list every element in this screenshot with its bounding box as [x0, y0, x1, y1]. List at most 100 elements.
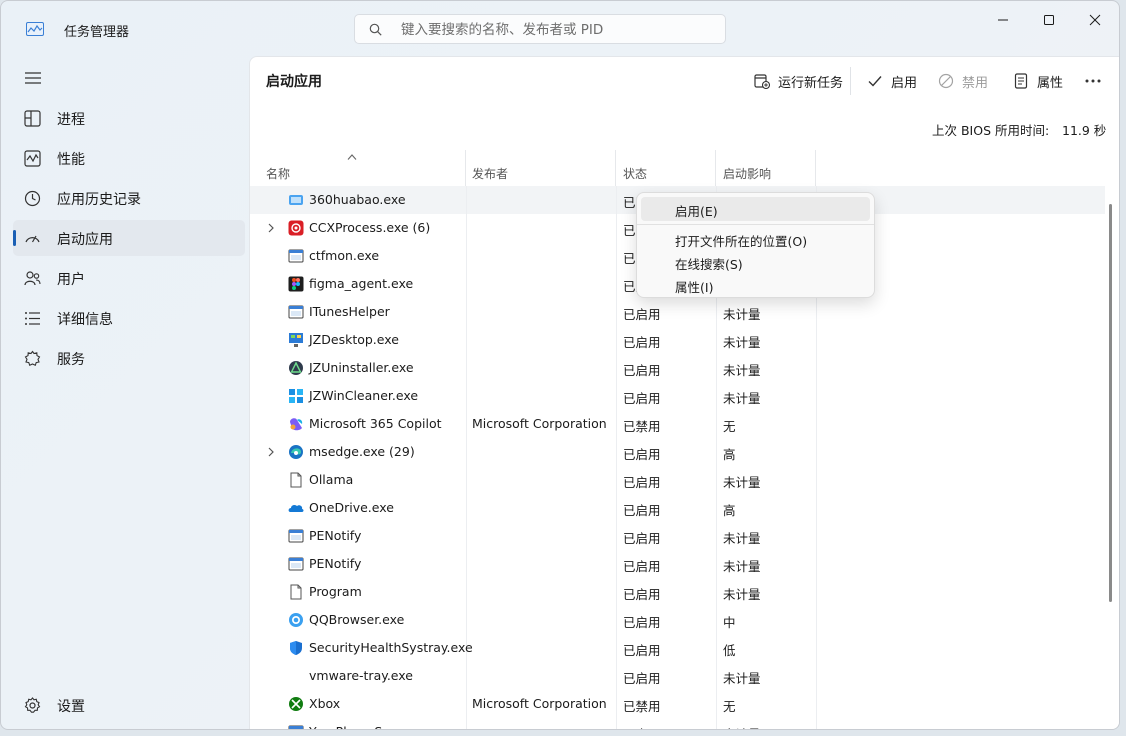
column-divider: [616, 550, 617, 578]
startup-impact: 未计量: [723, 363, 761, 378]
active-indicator: [13, 230, 16, 246]
chevron-right-icon[interactable]: [267, 447, 275, 457]
column-divider: [716, 410, 717, 438]
disable-button[interactable]: 禁用: [938, 70, 988, 92]
search-box[interactable]: [354, 14, 726, 44]
app-name: OneDrive.exe: [309, 500, 394, 515]
context-menu-search-online[interactable]: 在线搜索(S): [641, 250, 870, 274]
vertical-scrollbar[interactable]: [1109, 204, 1112, 602]
sidebar-item-performance[interactable]: 性能: [13, 140, 245, 176]
column-divider: [716, 634, 717, 662]
search-input[interactable]: [399, 19, 713, 41]
disable-icon: [938, 73, 954, 89]
table-row[interactable]: PENotify 已启用 未计量: [250, 522, 1105, 550]
startup-impact: 未计量: [723, 531, 761, 546]
app-window-icon: [288, 557, 304, 571]
status: 已启用: [623, 335, 661, 350]
table-row[interactable]: vmware-tray.exe 已启用 未计量: [250, 662, 1105, 690]
table-row[interactable]: ITunesHelper 已启用 未计量: [250, 298, 1105, 326]
startup-impact: 无: [723, 419, 736, 434]
table-row[interactable]: SecurityHealthSystray.exe 已启用 低: [250, 634, 1105, 662]
column-divider: [816, 690, 817, 718]
table-row[interactable]: Xbox Microsoft Corporation 已禁用 无: [250, 690, 1105, 718]
status: 已启用: [623, 503, 661, 518]
close-button[interactable]: [1072, 1, 1118, 39]
table-row[interactable]: YourPhoneServer 已启用 未计量: [250, 718, 1105, 729]
app-name: JZWinCleaner.exe: [309, 388, 419, 403]
sidebar-item-processes[interactable]: 进程: [13, 100, 245, 136]
properties-button[interactable]: 属性: [1013, 70, 1063, 92]
column-divider: [466, 326, 467, 354]
run-new-task-button[interactable]: 运行新任务: [754, 70, 843, 92]
chevron-right-icon[interactable]: [267, 223, 275, 233]
maximize-button[interactable]: [1026, 1, 1072, 39]
more-options-icon[interactable]: [1083, 70, 1103, 92]
column-divider: [716, 494, 717, 522]
context-menu-enable[interactable]: 启用(E): [641, 197, 870, 221]
sidebar-item-app-history[interactable]: 应用历史记录: [13, 180, 245, 216]
app-name: YourPhoneServer: [309, 724, 415, 729]
startup-impact: 高: [723, 447, 736, 462]
table-row[interactable]: QQBrowser.exe 已启用 中: [250, 606, 1105, 634]
column-divider: [616, 382, 617, 410]
sidebar-item-label: 用户: [57, 272, 85, 288]
sidebar-item-users[interactable]: 用户: [13, 260, 245, 296]
column-divider: [616, 466, 617, 494]
table-row[interactable]: Microsoft 365 Copilot Microsoft Corporati…: [250, 410, 1105, 438]
column-divider: [466, 242, 467, 270]
column-divider: [466, 298, 467, 326]
status: 已禁用: [623, 699, 661, 714]
column-divider: [616, 606, 617, 634]
table-row[interactable]: OneDrive.exe 已启用 高: [250, 494, 1105, 522]
status: 已启用: [623, 307, 661, 322]
sidebar-item-startup-apps[interactable]: 启动应用: [13, 220, 245, 256]
app-window-icon: [288, 725, 304, 729]
column-divider: [816, 522, 817, 550]
column-header-publisher[interactable]: 发布者: [466, 150, 616, 186]
disable-label: 禁用: [962, 75, 989, 91]
app-name: Program: [309, 584, 362, 599]
hamburger-menu-icon[interactable]: [25, 71, 41, 85]
table-row[interactable]: JZDesktop.exe 已启用 未计量: [250, 326, 1105, 354]
column-divider: [816, 634, 817, 662]
column-header-status[interactable]: 状态: [616, 150, 716, 186]
enable-button[interactable]: 启用: [867, 70, 917, 92]
sidebar-item-settings[interactable]: 设置: [13, 687, 245, 723]
services-icon: [24, 350, 41, 367]
startup-apps-panel: 启动应用 运行新任务 启用 禁用 属性 上次 BIOS 所用时间: 11.9 秒…: [249, 56, 1119, 729]
app-name: Xbox: [309, 696, 341, 711]
app-name: PENotify: [309, 528, 362, 543]
startup-impact: 无: [723, 699, 736, 714]
table-row[interactable]: JZUninstaller.exe 已启用 未计量: [250, 354, 1105, 382]
app-name: PENotify: [309, 556, 362, 571]
minimize-button[interactable]: [980, 1, 1026, 39]
status: 已启用: [623, 447, 661, 462]
startup-impact: 未计量: [723, 587, 761, 602]
startup-impact: 中: [723, 615, 736, 630]
column-header-name[interactable]: 名称: [250, 150, 466, 186]
sidebar-item-services[interactable]: 服务: [13, 340, 245, 376]
table-row[interactable]: JZWinCleaner.exe 已启用 未计量: [250, 382, 1105, 410]
bios-time-label: 上次 BIOS 所用时间:: [932, 123, 1050, 138]
column-divider: [466, 466, 467, 494]
context-menu-open-location[interactable]: 打开文件所在的位置(O): [641, 227, 870, 251]
column-divider: [616, 298, 617, 326]
xbox-icon: [289, 697, 303, 711]
app-name: 360huabao.exe: [309, 192, 406, 207]
table-row[interactable]: msedge.exe (29) 已启用 高: [250, 438, 1105, 466]
column-divider: [816, 578, 817, 606]
column-divider: [816, 662, 817, 690]
table-row[interactable]: Program 已启用 未计量: [250, 578, 1105, 606]
table-row[interactable]: PENotify 已启用 未计量: [250, 550, 1105, 578]
column-divider: [816, 298, 817, 326]
column-divider: [466, 354, 467, 382]
context-menu-separator: [637, 224, 874, 225]
sidebar-item-details[interactable]: 详细信息: [13, 300, 245, 336]
toolbar-separator: [850, 67, 851, 95]
app-name: ITunesHelper: [309, 304, 390, 319]
context-menu-properties[interactable]: 属性(I): [641, 273, 870, 297]
column-divider: [616, 186, 617, 214]
table-row[interactable]: Ollama 已启用 未计量: [250, 466, 1105, 494]
column-header-impact[interactable]: 启动影响: [716, 150, 816, 186]
column-divider: [816, 438, 817, 466]
